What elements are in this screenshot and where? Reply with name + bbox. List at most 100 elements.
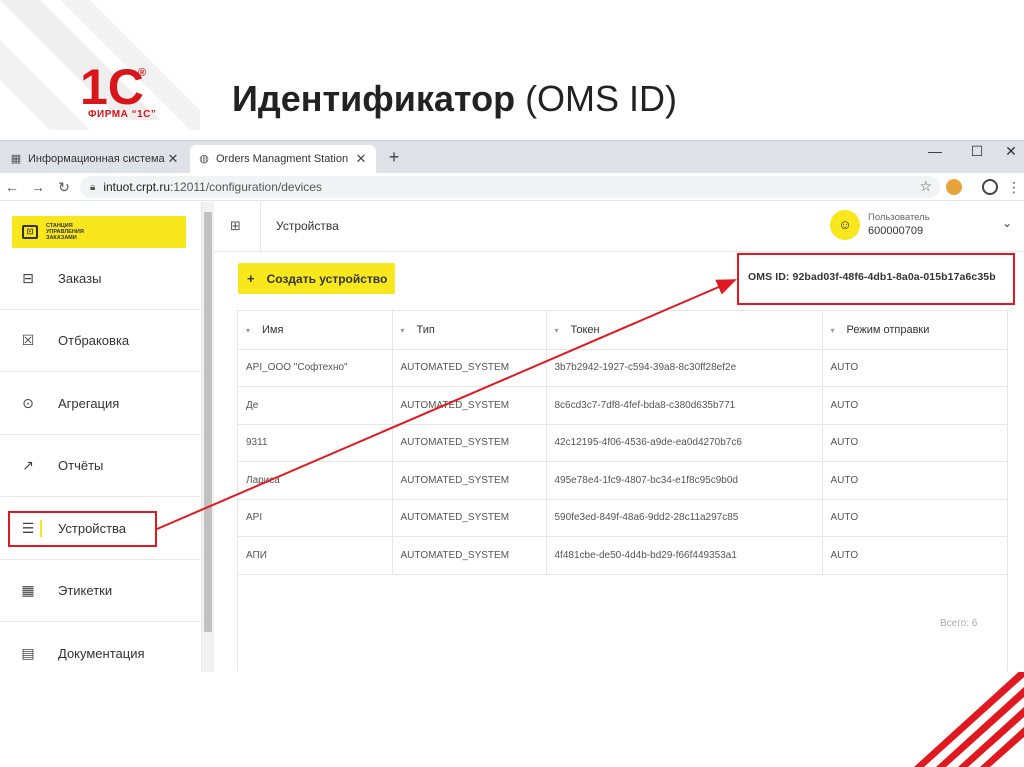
table-header-row: ▾ Имя ▾ Тип ▾ Токен ▾ Режим отправки [238, 311, 1007, 350]
qr-icon: ▦ [10, 153, 22, 165]
column-header-token[interactable]: ▾ Токен [546, 311, 823, 350]
cell-type: AUTOMATED_SYSTEM [392, 461, 547, 500]
grid-menu-icon[interactable]: ⊞ [230, 218, 246, 234]
cell-name: Де [238, 386, 393, 425]
logo-subtitle: ФИРМА “1С” [88, 109, 157, 120]
plus-icon: + [247, 271, 255, 286]
close-window-button[interactable]: ✕ [996, 143, 1024, 160]
address-bar: ← → ↻ 🔒︎ intuot.crpt.ru:12011/configurat… [0, 173, 1024, 201]
corner-stripes-red-decoration [914, 667, 1024, 767]
cell-token: 42c12195-4f06-4536-a9de-ea0d4270b7c6 [546, 424, 823, 462]
close-icon[interactable]: ✕ [354, 151, 368, 167]
user-id: 600000709 [868, 225, 924, 237]
back-arrow-icon[interactable]: ← [2, 177, 22, 197]
new-tab-button[interactable]: + [384, 147, 404, 167]
sort-icon: ▾ [830, 325, 835, 335]
cell-name: Лариса [238, 461, 393, 500]
create-device-button[interactable]: + Создать устройство [238, 263, 395, 294]
sort-icon: ▾ [554, 325, 559, 335]
cell-name: API_ООО "Софтехно" [238, 349, 393, 387]
column-header-send-mode[interactable]: ▾ Режим отправки [822, 311, 1007, 350]
sidebar-item-label: Отчёты [58, 458, 104, 473]
cell-token: 8c6cd3c7-7df8-4fef-bda8-c380d635b771 [546, 386, 823, 425]
table-row[interactable]: API_ООО "Софтехно" AUTOMATED_SYSTEM 3b7b… [238, 349, 1007, 387]
reject-icon: ☒ [21, 332, 35, 348]
briefcase-icon: ⊟ [22, 270, 34, 286]
aggregation-icon: ⊙ [22, 395, 34, 411]
sidebar-item-label: Документация [58, 645, 145, 661]
tab-bar: ▦ Информационная система мар ✕ ◍ Orders … [0, 141, 1024, 173]
slide-title: Идентификатор (OMS ID) [232, 78, 677, 120]
header-divider [260, 202, 261, 252]
svg-text:®: ® [138, 67, 146, 79]
sort-icon: ▾ [400, 325, 405, 335]
tab-orders-station[interactable]: ◍ Orders Managment Station ✕ [190, 145, 376, 173]
sidebar-item-label: Отбраковка [58, 333, 130, 348]
column-label: Режим отправки [846, 323, 930, 336]
url-host: intuot.crpt.ru [103, 180, 171, 194]
bookmark-star-icon[interactable]: ☆ [919, 178, 932, 195]
extension-icon[interactable] [946, 179, 962, 195]
cell-type: AUTOMATED_SYSTEM [392, 424, 547, 462]
table-row[interactable]: API AUTOMATED_SYSTEM 590fe3ed-849f-48a6-… [238, 499, 1007, 537]
cell-type: AUTOMATED_SYSTEM [392, 386, 547, 425]
sidebar-item-aggregation[interactable]: ⊙ Агрегация [0, 373, 202, 435]
url-path: :12011/configuration/devices [170, 180, 322, 194]
cell-type: AUTOMATED_SYSTEM [392, 536, 547, 575]
sidebar-item-orders[interactable]: ⊟ Заказы [0, 248, 202, 310]
url-input[interactable]: 🔒︎ intuot.crpt.ru:12011/configuration/de… [80, 176, 940, 198]
chart-icon: ↗ [22, 457, 34, 473]
column-header-name[interactable]: ▾ Имя [238, 311, 393, 350]
column-header-type[interactable]: ▾ Тип [392, 311, 547, 350]
tab-label: Orders Managment Station [216, 153, 349, 165]
cell-send-mode: AUTO [822, 499, 1007, 537]
forward-arrow-icon[interactable]: → [28, 177, 48, 197]
total-count: Всего: 6 [940, 618, 978, 629]
app-header: ⊞ Устройства ☺ Пользователь 600000709 ⌄ [214, 202, 1024, 252]
table-row[interactable]: 9311 AUTOMATED_SYSTEM 42c12195-4f06-4536… [238, 424, 1007, 462]
maximize-button[interactable]: ☐ [962, 143, 992, 160]
cell-send-mode: AUTO [822, 349, 1007, 387]
slide-title-bold: Идентификатор [232, 78, 516, 119]
close-icon[interactable]: ✕ [166, 151, 180, 167]
profile-icon[interactable] [982, 179, 998, 195]
oms-id-highlight-box [737, 253, 1015, 305]
sidebar-item-reports[interactable]: ↗ Отчёты [0, 435, 202, 497]
brand-logo[interactable]: ⊡ СТАНЦИЯ УПРАВЛЕНИЯ ЗАКАЗАМИ [12, 216, 186, 248]
devices-table: ▾ Имя ▾ Тип ▾ Токен ▾ Режим отправки API_ООО… [237, 310, 1008, 671]
cell-send-mode: AUTO [822, 461, 1007, 500]
sidebar-item-label: Заказы [58, 271, 102, 286]
chevron-down-icon[interactable]: ⌄ [1002, 216, 1012, 230]
sidebar-item-rejection[interactable]: ☒ Отбраковка [0, 310, 202, 372]
sidebar-item-label: Агрегация [58, 396, 120, 411]
sidebar-scrollbar[interactable] [202, 202, 214, 672]
column-label: Токен [570, 323, 600, 336]
scrollbar-thumb[interactable] [204, 212, 212, 632]
table-row[interactable]: АПИ AUTOMATED_SYSTEM 4f481cbe-de50-4d4b-… [238, 536, 1007, 575]
devices-highlight-box [8, 511, 157, 547]
cell-name: API [238, 499, 393, 537]
cell-send-mode: AUTO [822, 424, 1007, 462]
table-row[interactable]: Де AUTOMATED_SYSTEM 8c6cd3c7-7df8-4fef-b… [238, 386, 1007, 425]
cell-token: 3b7b2942-1927-c594-39a8-8c30ff28ef2e [546, 349, 823, 387]
sort-icon: ▾ [246, 325, 251, 335]
lock-icon: 🔒︎ [90, 181, 96, 193]
cell-token: 4f481cbe-de50-4d4b-bd29-f66f449353a1 [546, 536, 823, 575]
cell-token: 495e78e4-1fc9-4807-bc34-e1f8c95c9b0d [546, 461, 823, 500]
logo-lettering: 1С [80, 59, 144, 115]
menu-dots-icon[interactable]: ⋮ [1004, 177, 1024, 197]
minimize-button[interactable]: — [920, 143, 950, 159]
cell-send-mode: AUTO [822, 536, 1007, 575]
cell-type: AUTOMATED_SYSTEM [392, 499, 547, 537]
cell-name: 9311 [238, 424, 393, 462]
sidebar-item-documentation[interactable]: ▤ Документация [0, 622, 202, 684]
tab-information-system[interactable]: ▦ Информационная система мар ✕ [2, 145, 188, 173]
sidebar-item-labels[interactable]: ▦ Этикетки [0, 560, 202, 622]
user-avatar-icon[interactable]: ☺ [830, 210, 860, 240]
table-row[interactable]: Лариса AUTOMATED_SYSTEM 495e78e4-1fc9-48… [238, 461, 1007, 500]
cell-type: AUTOMATED_SYSTEM [392, 349, 547, 387]
reload-icon[interactable]: ↻ [54, 177, 74, 197]
page-title: Устройства [276, 219, 339, 233]
brand-text: СТАНЦИЯ УПРАВЛЕНИЯ ЗАКАЗАМИ [46, 223, 84, 241]
cell-send-mode: AUTO [822, 386, 1007, 425]
